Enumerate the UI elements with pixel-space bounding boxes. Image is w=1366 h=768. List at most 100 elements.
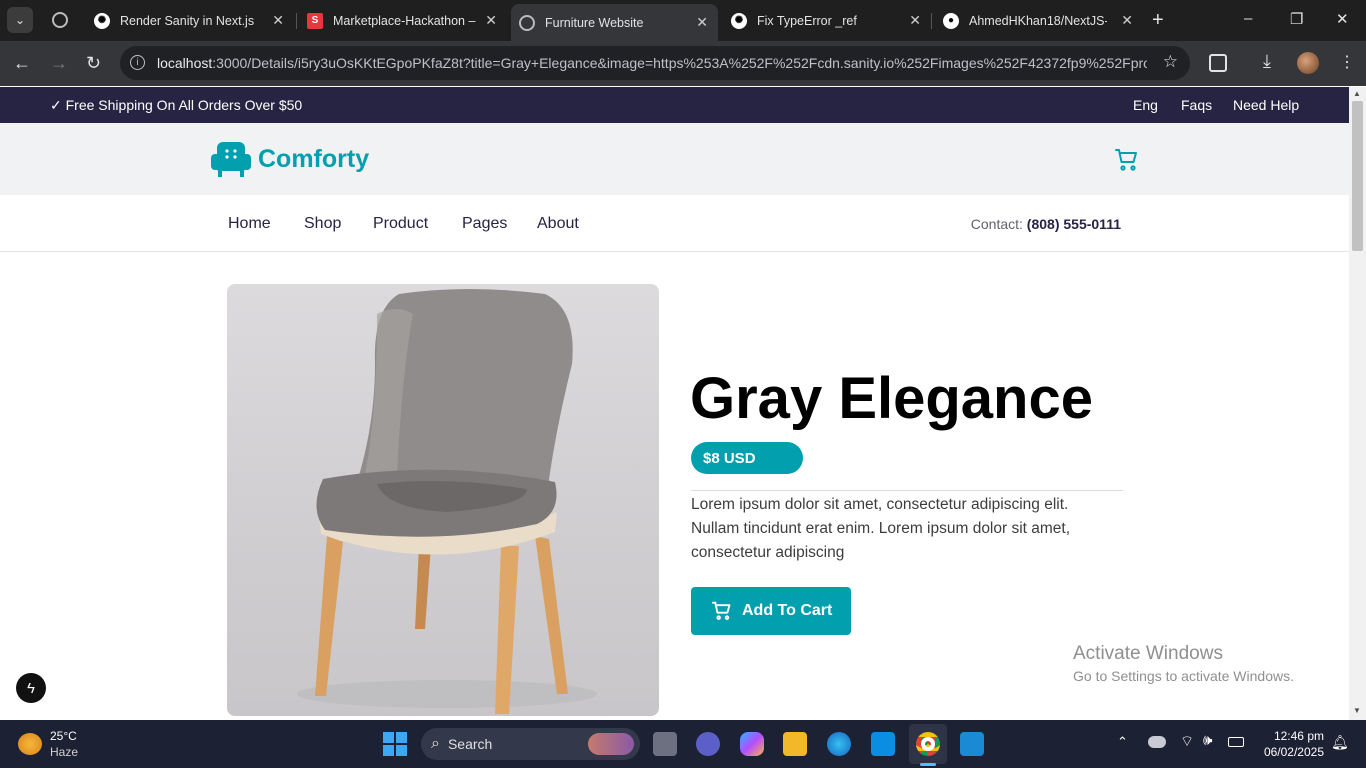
tab-title: Furniture Website — [545, 15, 644, 30]
openai-icon: ✺ — [731, 12, 747, 29]
address-bar[interactable]: i localhost:3000/Details/i5ry3uOsKKtEGpo… — [120, 46, 1190, 80]
brand-name[interactable]: Comforty — [258, 145, 369, 174]
tab-marketplace[interactable]: S Marketplace-Hackathon – ✕ — [307, 7, 497, 34]
contact-info: Contact: (808) 555-0111 — [971, 216, 1121, 232]
close-tab-icon[interactable]: ✕ — [696, 14, 708, 31]
url-host: localhost — [157, 55, 213, 71]
vscode-icon[interactable] — [960, 732, 984, 756]
page-scrollbar[interactable]: ▲ ▼ — [1349, 87, 1366, 720]
nav-home[interactable]: Home — [228, 215, 271, 233]
browser-tab-bar: ⌄ ✺ Render Sanity in Next.js ✕ S Marketp… — [0, 0, 1366, 41]
windows-start-icon[interactable] — [383, 732, 407, 756]
chrome-icon[interactable] — [916, 732, 940, 756]
nav-product[interactable]: Product — [373, 215, 428, 233]
watermark-title: Activate Windows — [1073, 643, 1223, 664]
lightning-icon: ϟ — [27, 679, 35, 697]
faqs-link[interactable]: Faqs — [1181, 97, 1212, 113]
watermark-subtitle: Go to Settings to activate Windows. — [1073, 668, 1294, 684]
product-title: Gray Elegance — [690, 366, 1093, 431]
windows-taskbar: 25°C Haze ⌕ Search ⌃ ⌔ 🕪 12:46 pm 06/02/… — [0, 720, 1366, 768]
system-clock[interactable]: 12:46 pm 06/02/2025 — [1259, 728, 1324, 760]
clock-date: 06/02/2025 — [1263, 745, 1324, 759]
minimize-button[interactable]: – — [1244, 10, 1252, 27]
announcement-bar: ✓ Free Shipping On All Orders Over $50 E… — [0, 87, 1349, 123]
sanity-icon: S — [307, 12, 323, 29]
tray-chevron-icon[interactable]: ⌃ — [1117, 734, 1128, 750]
weather-temp[interactable]: 25°C — [50, 729, 77, 743]
tab-title: Marketplace-Hackathon – — [333, 13, 476, 28]
download-icon[interactable]: ⤓ — [1263, 51, 1271, 72]
contact-label: Contact: — [970, 216, 1023, 232]
bookmark-star-icon[interactable]: ☆ — [1163, 52, 1178, 72]
site-header: Comforty — [0, 123, 1349, 195]
main-nav: Home Shop Product Pages About Contact: (… — [0, 195, 1349, 252]
scroll-down-arrow[interactable]: ▼ — [1353, 706, 1361, 715]
reload-icon[interactable]: ↻ — [86, 53, 101, 74]
web-page: ✓ Free Shipping On All Orders Over $50 E… — [0, 87, 1349, 720]
close-tab-icon[interactable]: ✕ — [272, 12, 284, 29]
notifications-bell-icon[interactable]: 🔔︎ — [1331, 734, 1349, 751]
contact-phone[interactable]: (808) 555-0111 — [1027, 216, 1121, 232]
search-highlight-image — [588, 733, 634, 755]
weather-desc[interactable]: Haze — [50, 745, 78, 759]
site-info-icon[interactable]: i — [130, 55, 145, 70]
profile-avatar[interactable] — [1297, 52, 1319, 74]
task-view-icon[interactable] — [653, 732, 677, 756]
github-icon: ● — [943, 12, 959, 29]
nav-pages[interactable]: Pages — [462, 215, 507, 233]
back-icon[interactable]: ← — [13, 53, 31, 74]
lang-link[interactable]: Eng — [1133, 97, 1158, 113]
tab-title: AhmedHKhan18/NextJS-D — [969, 13, 1107, 28]
extensions-icon[interactable] — [1209, 54, 1227, 72]
globe-icon — [519, 14, 535, 31]
close-tab-icon[interactable]: ✕ — [909, 12, 921, 29]
nav-shop[interactable]: Shop — [304, 215, 341, 233]
nav-about[interactable]: About — [537, 215, 579, 233]
add-to-cart-button[interactable]: Add To Cart — [691, 587, 851, 635]
copilot-icon[interactable] — [740, 732, 764, 756]
volume-icon[interactable]: 🕪 — [1203, 732, 1212, 749]
tab-separator — [296, 13, 297, 29]
tab-render-sanity[interactable]: ✺ Render Sanity in Next.js ✕ — [94, 7, 284, 34]
restore-button[interactable]: ❐ — [1290, 10, 1303, 28]
product-description: Lorem ipsum dolor sit amet, consectetur … — [691, 496, 1071, 561]
close-tab-icon[interactable]: ✕ — [1121, 12, 1133, 29]
search-icon: ⌕ — [431, 735, 440, 752]
weather-icon[interactable] — [18, 733, 42, 755]
browser-toolbar: ← → ↻ i localhost:3000/Details/i5ry3uOsK… — [0, 41, 1366, 86]
menu-icon[interactable]: ⋮ — [1339, 52, 1355, 72]
tab-github[interactable]: ● AhmedHKhan18/NextJS-D ✕ — [943, 7, 1133, 34]
new-tab-button[interactable]: + — [1152, 9, 1164, 32]
tab-title: Fix TypeError _ref — [757, 13, 857, 28]
onedrive-icon[interactable] — [1148, 736, 1166, 748]
wifi-icon[interactable]: ⌔ — [1180, 732, 1194, 751]
store-icon[interactable] — [871, 732, 895, 756]
help-link[interactable]: Need Help — [1233, 97, 1299, 113]
url-path: :3000/Details/i5ry3uOsKKtEGpoPKfaZ8t?tit… — [212, 55, 1147, 71]
tab-separator — [931, 13, 932, 29]
tab-fix-typeerror[interactable]: ✺ Fix TypeError _ref ✕ — [731, 7, 921, 34]
file-explorer-icon[interactable] — [783, 732, 807, 756]
chrome-active-indicator — [920, 763, 936, 766]
sofa-logo-icon[interactable] — [210, 140, 252, 178]
tab-search-button[interactable]: ⌄ — [7, 7, 33, 33]
teams-icon[interactable] — [696, 732, 720, 756]
add-to-cart-label: Add To Cart — [742, 602, 833, 619]
close-tab-icon[interactable]: ✕ — [485, 12, 497, 29]
forward-icon[interactable]: → — [50, 53, 68, 74]
cart-icon — [712, 601, 731, 620]
globe-icon — [52, 12, 68, 28]
price-badge: $8 USD — [691, 442, 803, 474]
close-window-button[interactable]: ✕ — [1336, 10, 1349, 28]
nextjs-dev-indicator[interactable]: ϟ — [16, 673, 46, 703]
battery-icon[interactable] — [1228, 737, 1244, 747]
tab-furniture-website[interactable]: Furniture Website ✕ — [511, 4, 718, 41]
scrollbar-thumb[interactable] — [1352, 101, 1363, 251]
divider — [691, 490, 1123, 491]
edge-icon[interactable] — [827, 732, 851, 756]
product-image — [227, 284, 659, 716]
taskbar-search[interactable]: ⌕ Search — [421, 728, 640, 760]
cart-icon[interactable] — [1115, 148, 1139, 172]
url-text: localhost:3000/Details/i5ry3uOsKKtEGpoPK… — [157, 55, 1147, 71]
scroll-up-arrow[interactable]: ▲ — [1353, 89, 1361, 98]
